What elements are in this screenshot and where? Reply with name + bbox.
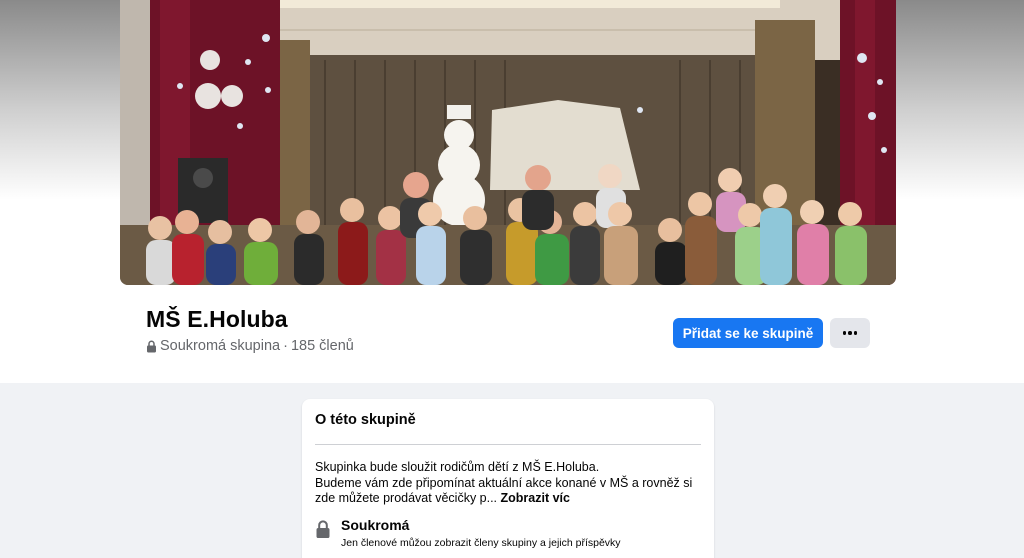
description-line-1: Skupinka bude sloužit rodičům dětí z MŠ … (315, 460, 600, 474)
lock-icon (146, 340, 157, 353)
privacy-row: Soukromá Jen členové můžou zobrazit člen… (315, 517, 705, 557)
meta-separator: · (283, 338, 288, 354)
member-count[interactable]: 185 členů (291, 338, 354, 354)
cover-photo[interactable] (120, 0, 896, 285)
group-meta: Soukromá skupina · 185 členů (146, 338, 354, 354)
privacy-title: Soukromá (341, 517, 410, 533)
more-horizontal-icon (842, 331, 858, 335)
join-group-button[interactable]: Přidat se ke skupině (673, 318, 823, 348)
divider (315, 444, 701, 445)
more-options-button[interactable] (830, 318, 870, 348)
about-description: Skupinka bude sloužit rodičům dětí z MŠ … (315, 460, 705, 507)
privacy-description: Jen členové můžou zobrazit členy skupiny… (341, 537, 621, 549)
lock-icon (315, 520, 331, 538)
cover-photo-image (120, 0, 896, 285)
see-more-link[interactable]: Zobrazit víc (501, 491, 570, 505)
about-title: O této skupině (315, 412, 416, 428)
about-card: O této skupině Skupinka bude sloužit rod… (302, 399, 714, 558)
group-name: MŠ E.Holuba (146, 306, 288, 332)
privacy-label[interactable]: Soukromá skupina (160, 338, 280, 354)
